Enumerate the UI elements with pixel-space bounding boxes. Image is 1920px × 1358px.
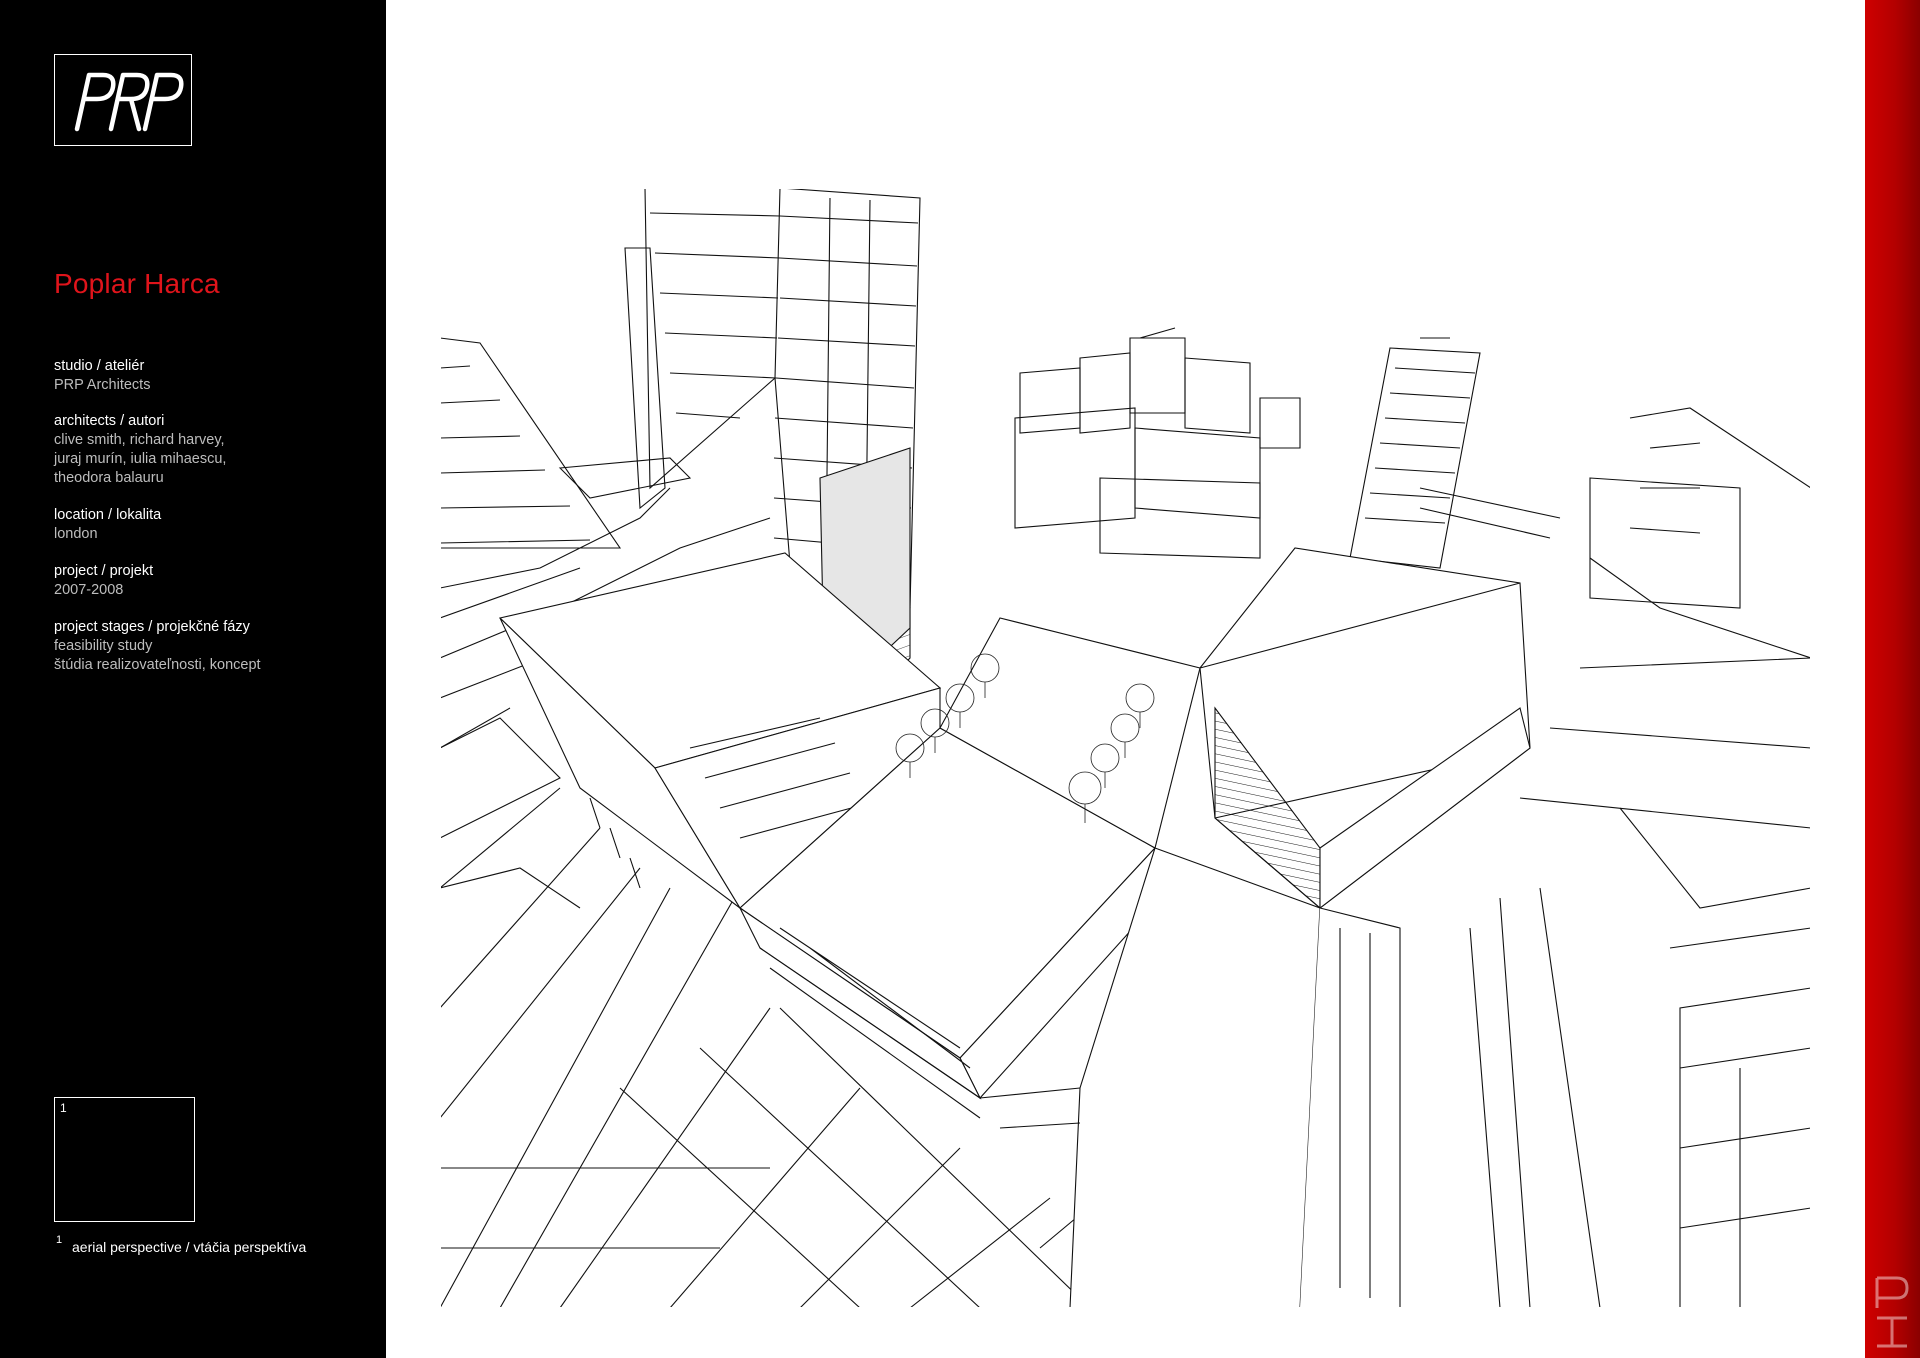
- info-value: theodora balauru: [54, 470, 164, 486]
- info-value: london: [54, 526, 98, 542]
- info-value: feasibility study: [54, 638, 153, 654]
- info-value: štúdia realizovateľnosti, koncept: [54, 657, 261, 673]
- image-caption: 1 aerial perspective / vtáčia perspektív…: [56, 1234, 307, 1255]
- prp-logo: [54, 54, 192, 146]
- info-label: studio / ateliér: [54, 358, 145, 374]
- info-label: location / lokalita: [54, 507, 162, 523]
- thumbnail-number: 1: [60, 1101, 67, 1115]
- info-value: clive smith, richard harvey,: [54, 432, 225, 448]
- info-value: juraj murín, iulia mihaescu,: [54, 451, 227, 467]
- project-title: Poplar Harca: [54, 268, 220, 299]
- info-studio: studio / ateliér PRP Architects: [54, 357, 150, 395]
- info-project: project / projekt 2007-2008: [54, 562, 153, 600]
- ph-watermark: [1875, 1276, 1909, 1348]
- info-architects: architects / autori clive smith, richard…: [54, 412, 226, 488]
- info-value: 2007-2008: [54, 582, 124, 598]
- info-value: PRP Architects: [54, 377, 151, 393]
- info-label: project stages / projekčné fázy: [54, 619, 250, 635]
- caption-number: 1: [56, 1234, 63, 1246]
- info-stages: project stages / projekčné fázy feasibil…: [54, 618, 261, 675]
- caption-text: aerial perspective / vtáčia perspektíva: [72, 1239, 307, 1255]
- info-label: architects / autori: [54, 413, 165, 429]
- info-label: project / projekt: [54, 563, 154, 579]
- right-accent-bar: [1865, 0, 1920, 1358]
- info-location: location / lokalita london: [54, 506, 161, 544]
- aerial-perspective-drawing: [440, 188, 1811, 1308]
- line-drawing: [440, 188, 1811, 1308]
- thumbnail-frame[interactable]: 1: [54, 1097, 195, 1222]
- sidebar: Poplar Harca studio / ateliér PRP Archit…: [0, 0, 386, 1358]
- prp-logo-mark: [74, 72, 184, 132]
